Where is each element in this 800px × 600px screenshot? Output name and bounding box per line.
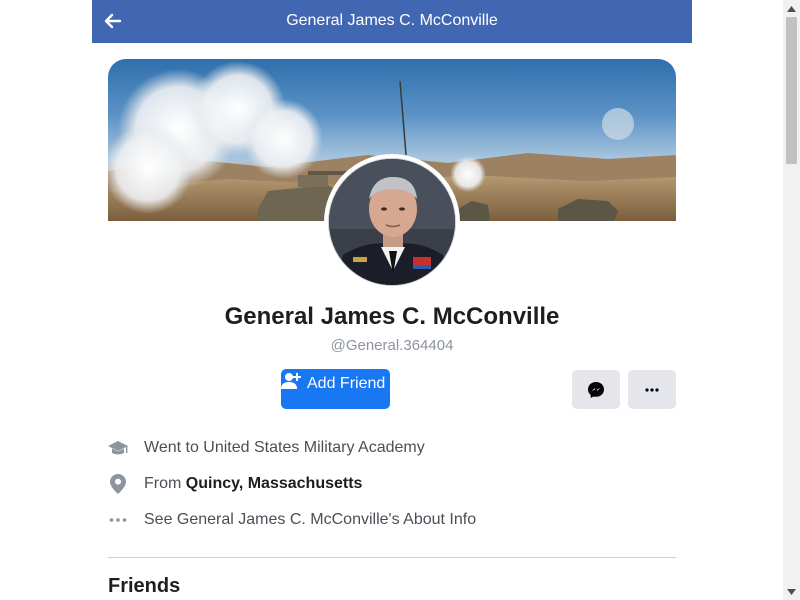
education-text: Went to United States Military Academy — [144, 439, 425, 456]
more-dots-icon — [645, 387, 659, 392]
about-info-link[interactable]: See General James C. McConville's About … — [144, 511, 476, 529]
hometown-prefix: From — [144, 475, 186, 492]
more-dots-icon — [108, 508, 128, 532]
section-divider — [108, 557, 676, 558]
education-row: Went to United States Military Academy — [108, 436, 676, 460]
profile-handle: @General.364404 — [330, 337, 454, 354]
hometown-row: From Quincy, Massachusetts — [108, 472, 676, 496]
profile-name: General James C. McConville — [224, 303, 560, 330]
top-bar: General James C. McConville — [92, 0, 692, 43]
messenger-icon — [588, 381, 604, 398]
scrollbar[interactable] — [783, 0, 800, 600]
page-title: General James C. McConville — [286, 12, 498, 29]
location-pin-icon — [108, 472, 128, 496]
scroll-down-arrow-icon[interactable] — [783, 583, 800, 600]
hometown-place[interactable]: Quincy, Massachusetts — [186, 475, 363, 492]
more-options-button[interactable] — [628, 370, 676, 409]
hometown-text: From Quincy, Massachusetts — [144, 475, 362, 493]
scroll-thumb[interactable] — [786, 17, 797, 164]
graduation-cap-icon — [108, 436, 128, 460]
add-friend-button[interactable]: Add Friend — [281, 369, 390, 409]
about-info-row[interactable]: See General James C. McConville's About … — [108, 508, 676, 532]
messenger-button[interactable] — [572, 370, 620, 409]
add-friend-icon — [281, 372, 301, 395]
profile-photo[interactable] — [328, 158, 456, 286]
scroll-up-arrow-icon[interactable] — [783, 0, 800, 17]
avatar-frame — [324, 154, 460, 290]
add-friend-label: Add Friend — [307, 375, 386, 392]
friends-heading: Friends — [108, 575, 181, 597]
